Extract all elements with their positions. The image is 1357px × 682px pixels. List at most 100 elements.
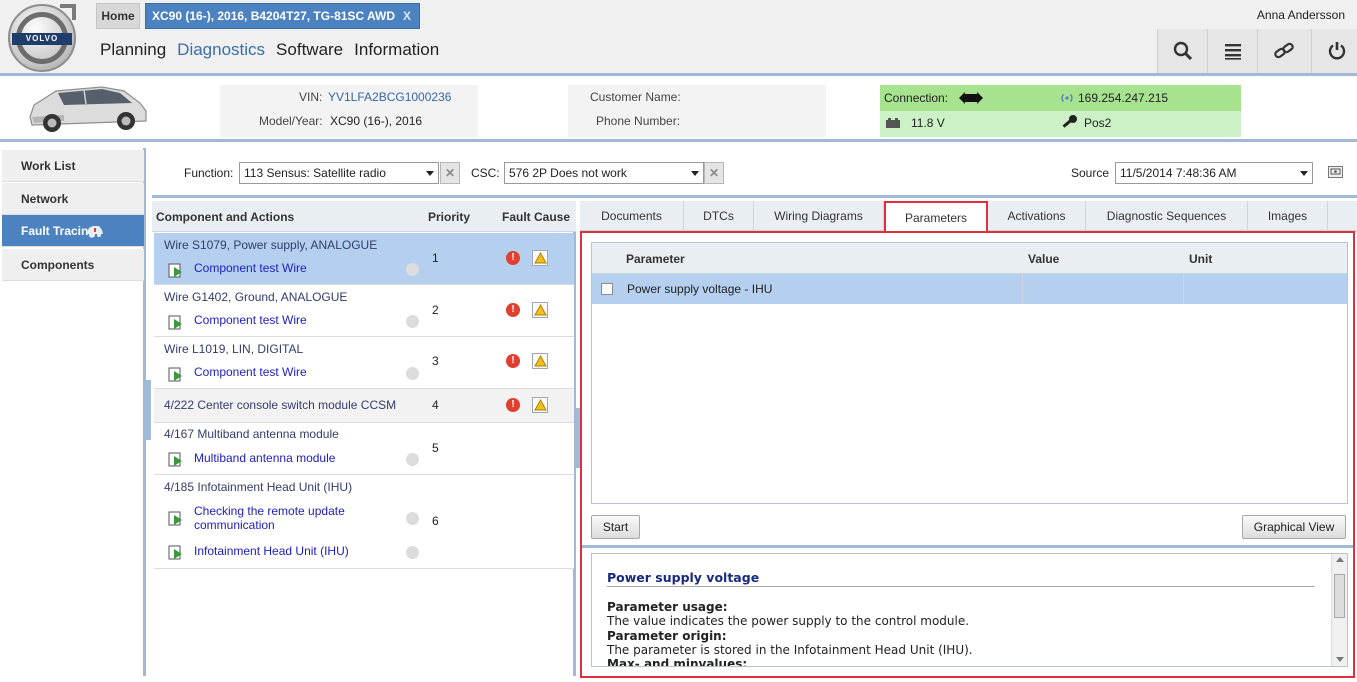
detail-tabs: Documents DTCs Wiring Diagrams Parameter… [580,201,1357,234]
close-tab-icon[interactable]: X [403,4,411,28]
action-link[interactable]: Multiband antenna module [194,451,335,465]
tab-images[interactable]: Images [1248,201,1328,232]
power-icon [1328,42,1346,60]
error-icon: ! [506,354,520,368]
clear-function-button[interactable]: ✕ [440,162,460,184]
fault-cause-icon[interactable] [532,302,548,318]
fault-cause-icon[interactable] [532,353,548,369]
panel-divider[interactable] [582,545,1353,548]
customer-label: Customer Name: [590,90,681,104]
source-select[interactable]: 11/5/2014 7:48:36 AM [1115,162,1313,184]
check-icon [406,263,419,276]
check-icon [406,546,419,559]
vin-value[interactable]: YV1LFA2BCG1000236 [328,90,451,104]
parameters-panel: Parameter Value Unit Power supply voltag… [580,231,1355,678]
menu-button[interactable] [1207,29,1257,73]
csc-label: CSC: [471,166,500,180]
column-component[interactable]: Component and Actions [156,210,294,224]
graphical-view-button[interactable]: Graphical View [1242,515,1346,539]
model-label: Model/Year: [259,114,323,128]
error-icon: ! [506,251,520,265]
function-select[interactable]: 113 Sensus: Satellite radio [239,162,439,184]
csc-select[interactable]: 576 2P Does not work [504,162,704,184]
clear-csc-button[interactable]: ✕ [704,162,724,184]
error-icon: ! [506,398,520,412]
action-link[interactable]: Component test Wire [194,313,307,327]
table-row[interactable]: Wire G1402, Ground, ANALOGUE Component t… [154,285,574,337]
key-icon [1062,115,1077,128]
function-label: Function: [184,166,234,180]
test-sequence-icon [168,545,182,560]
sidebar-splitter[interactable] [146,380,151,440]
action-link[interactable]: Component test Wire [194,365,307,379]
origin-label: Parameter origin: [607,629,727,643]
nav-planning[interactable]: Planning [100,40,166,62]
settings-icon[interactable] [1328,166,1343,178]
wireless-icon [1061,94,1073,102]
table-row[interactable]: Wire L1019, LIN, DIGITAL Component test … [154,337,574,389]
scroll-up-icon[interactable] [1336,557,1344,562]
fault-cause-icon[interactable] [532,397,548,413]
test-sequence-icon [168,511,182,526]
column-value[interactable]: Value [1028,252,1059,266]
column-parameter[interactable]: Parameter [626,252,685,266]
nav-information[interactable]: Information [354,40,439,62]
start-button[interactable]: Start [591,515,640,539]
user-name[interactable]: Anna Andersson [1257,8,1345,22]
tab-home[interactable]: Home [96,3,140,29]
description-scrollbar[interactable] [1331,554,1347,666]
parameter-table: Parameter Value Unit Power supply voltag… [591,242,1348,504]
source-label: Source [1071,166,1110,180]
tab-documents[interactable]: Documents [580,201,684,232]
connector-icon [959,92,983,104]
sidebar-item-fault-tracing[interactable]: Fault Tracing [2,215,144,247]
tab-dtcs[interactable]: DTCs [684,201,754,232]
ip-address: 169.254.247.215 [1078,91,1169,105]
parameter-checkbox[interactable] [601,283,613,295]
fault-cause-icon[interactable] [532,250,548,266]
search-button[interactable] [1157,29,1207,73]
tab-parameters[interactable]: Parameters [884,201,988,234]
function-select-value: 113 Sensus: Satellite radio [244,166,386,180]
table-row[interactable]: 4/185 Infotainment Head Unit (IHU) Check… [154,475,574,569]
app-header: VOLVO Home XC90 (16-), 2016, B4204T27, T… [0,0,1357,76]
volvo-logo: VOLVO [8,4,76,72]
main-nav: Planning Diagnostics Software Informatio… [100,40,450,62]
sidebar-item-network[interactable]: Network [2,183,144,215]
tab-activations[interactable]: Activations [988,201,1086,232]
scrollbar-thumb[interactable] [1334,574,1345,618]
parameter-description: Power supply voltage Parameter usage: Th… [591,553,1348,667]
priority-value: 2 [432,303,439,317]
tab-wiring-diagrams[interactable]: Wiring Diagrams [754,201,884,232]
tab-vehicle[interactable]: XC90 (16-), 2016, B4204T27, TG-81SC AWD … [145,3,420,29]
sidebar-item-label: Fault Tracing [21,224,96,238]
error-icon: ! [506,303,520,317]
table-row[interactable]: Wire S1079, Power supply, ANALOGUE Compo… [154,233,574,285]
nav-software[interactable]: Software [276,40,343,62]
ignition-position: Pos2 [1084,116,1112,130]
parameter-name: Power supply voltage - IHU [627,282,773,296]
battery-icon [886,118,900,128]
action-link[interactable]: Infotainment Head Unit (IHU) [194,544,349,558]
connect-button[interactable] [1257,29,1311,73]
nav-diagnostics[interactable]: Diagnostics [177,40,265,62]
test-sequence-icon [168,263,182,278]
action-link[interactable]: Component test Wire [194,261,307,275]
action-link[interactable]: Checking the remote update [194,504,345,518]
table-row[interactable]: Power supply voltage - IHU [592,274,1347,304]
sidebar-item-work-list[interactable]: Work List [2,150,144,182]
column-unit[interactable]: Unit [1189,252,1212,266]
table-row[interactable]: 4/167 Multiband antenna module Multiband… [154,423,574,475]
column-priority[interactable]: Priority [428,210,470,224]
origin-text: The parameter is stored in the Infotainm… [607,643,973,657]
battery-voltage: 11.8 V [911,116,945,130]
power-button[interactable] [1311,29,1357,73]
table-row[interactable]: 4/222 Center console switch module CCSM … [154,389,574,423]
car-fault-icon [87,226,103,237]
sidebar-item-components[interactable]: Components [2,249,144,281]
test-sequence-icon [168,452,182,467]
column-fault-cause[interactable]: Fault Cause [502,210,570,224]
scroll-down-icon[interactable] [1336,657,1344,662]
action-link[interactable]: communication [194,518,275,532]
tab-diagnostic-sequences[interactable]: Diagnostic Sequences [1086,201,1248,232]
